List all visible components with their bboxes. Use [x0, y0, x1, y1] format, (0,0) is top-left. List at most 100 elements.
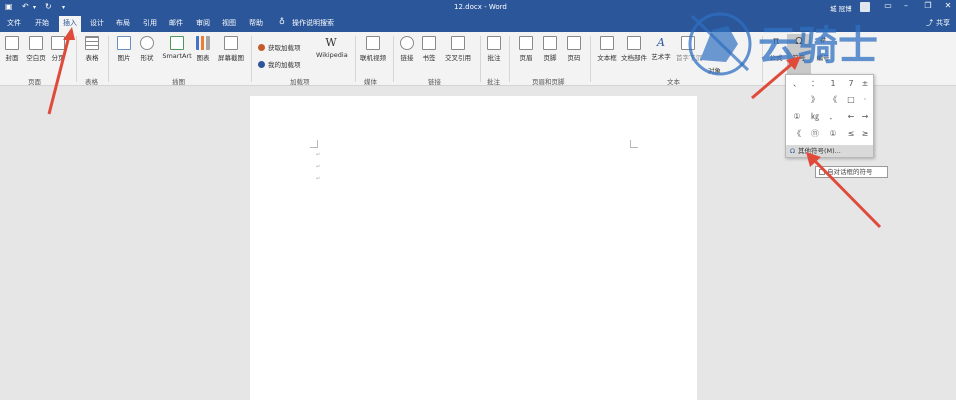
get-addins-button[interactable]: 获取加载项 [258, 42, 301, 52]
symbol-cell[interactable]: 1 [824, 76, 842, 92]
margin-corner-marker [630, 140, 638, 148]
tab-insert[interactable]: 插入 [59, 16, 81, 32]
ribbon-separator [393, 36, 394, 82]
table-icon [85, 36, 99, 50]
symbol-cell[interactable]: ㎏ [806, 109, 824, 125]
smartart-icon [170, 36, 184, 50]
symbol-cell[interactable] [788, 92, 806, 108]
wikipedia-icon: W [325, 36, 337, 49]
header-icon [519, 36, 533, 50]
comment-icon [487, 36, 501, 50]
tab-design[interactable]: 设计 [90, 18, 104, 28]
symbol-cell[interactable]: ① [824, 126, 842, 142]
blank-page-button[interactable]: 空白页 [25, 36, 47, 62]
tab-view[interactable]: 视图 [222, 18, 236, 28]
footer-button[interactable]: 页脚 [542, 36, 558, 62]
chart-button[interactable]: 图表 [195, 36, 211, 62]
symbol-cell[interactable]: ± [856, 76, 874, 92]
tab-file[interactable]: 文件 [7, 18, 21, 28]
document-page[interactable]: ↵ ↵ ↵ [250, 96, 697, 400]
cross-reference-button[interactable]: 交叉引用 [443, 36, 473, 62]
header-button[interactable]: 页眉 [518, 36, 534, 62]
watermark-logo: 云骑士 [688, 12, 878, 76]
footer-icon [543, 36, 557, 50]
share-icon[interactable]: ⤴ [926, 18, 933, 28]
watermark-text: 云骑士 [758, 23, 878, 69]
screenshot-button[interactable]: 屏幕截图 [217, 36, 245, 62]
chart-icon [196, 36, 210, 50]
group-table-label: 表格 [85, 78, 98, 86]
tooltip: 自对话框的符号 [815, 166, 888, 178]
symbol-cell[interactable]: ≥ [856, 126, 874, 142]
wikipedia-button[interactable]: W Wikipedia [316, 36, 348, 59]
quick-parts-icon [627, 36, 641, 50]
cross-reference-icon [451, 36, 465, 50]
group-illustrations-label: 插图 [172, 78, 185, 86]
page-break-button[interactable]: 分页 [51, 36, 65, 62]
bookmark-button[interactable]: 书签 [422, 36, 436, 62]
tab-mailings[interactable]: 邮件 [169, 18, 183, 28]
group-text-label: 文本 [667, 78, 680, 86]
ribbon-separator [251, 36, 252, 82]
ribbon-separator [480, 36, 481, 82]
video-icon [366, 36, 380, 50]
share-button[interactable]: 共享 [936, 18, 950, 28]
bookmark-icon [422, 36, 436, 50]
paragraph-mark: ↵ [316, 164, 321, 170]
tab-help[interactable]: 帮助 [249, 18, 263, 28]
textbox-button[interactable]: 文本框 [596, 36, 618, 62]
customize-toolbar-icon[interactable]: ▾ [62, 4, 65, 11]
ribbon-separator [509, 36, 510, 82]
group-comments-label: 批注 [487, 78, 500, 86]
symbol-dropdown: 、 ： 1 7 ± 》 《 □ · ① ㎏ ． ← → 《 ⑪ ① ≤ ≥ Ω其… [785, 74, 874, 158]
tooltip-icon [819, 169, 825, 175]
symbol-cell[interactable]: ① [788, 109, 806, 125]
symbol-cell[interactable]: ⑪ [806, 126, 824, 142]
ribbon-separator [355, 36, 356, 82]
quick-parts-button[interactable]: 文档部件 [621, 36, 647, 62]
cover-page-button[interactable]: 封面 [4, 36, 20, 62]
page-number-icon [567, 36, 581, 50]
pictures-button[interactable]: 图片 [116, 36, 132, 62]
group-addins-label: 加载项 [290, 78, 310, 86]
lightbulb-icon: ♁ [279, 17, 285, 26]
tab-review[interactable]: 审阅 [196, 18, 210, 28]
tab-home[interactable]: 开始 [35, 18, 49, 28]
table-button[interactable]: 表格 [84, 36, 100, 62]
paragraph-mark: ↵ [316, 152, 321, 158]
symbol-cell[interactable]: ． [824, 109, 842, 125]
blank-page-icon [29, 36, 43, 50]
symbol-cell[interactable]: 《 [824, 92, 842, 108]
close-icon[interactable]: ✕ [941, 1, 955, 13]
symbol-cell[interactable]: 》 [806, 92, 824, 108]
symbol-cell[interactable]: 《 [788, 126, 806, 142]
shapes-button[interactable]: 形状 [139, 36, 155, 62]
tab-layout[interactable]: 布局 [116, 18, 130, 28]
symbol-cell[interactable]: → [856, 109, 874, 125]
wordart-button[interactable]: A 艺术字 [650, 36, 672, 61]
online-video-button[interactable]: 联机视频 [359, 36, 387, 62]
smartart-button[interactable]: SmartArt [162, 36, 192, 60]
margin-corner-marker [310, 140, 318, 148]
page-number-button[interactable]: 页码 [566, 36, 582, 62]
redo-icon[interactable]: ↻ [45, 2, 52, 11]
my-addins-button[interactable]: 我的加载项 [258, 59, 301, 69]
comment-button[interactable]: 批注 [486, 36, 502, 62]
link-button[interactable]: 链接 [400, 36, 414, 62]
textbox-icon [600, 36, 614, 50]
undo-icon[interactable]: ↶ [22, 2, 29, 11]
window-title: 12.docx - Word [454, 3, 507, 11]
symbol-cell[interactable]: 、 [788, 76, 806, 92]
symbol-cell[interactable]: ： [806, 76, 824, 92]
more-symbols-menu-item[interactable]: Ω 其他符号(M)... [786, 145, 873, 157]
symbol-cell[interactable]: · [856, 92, 874, 108]
save-icon[interactable]: ▣ [5, 2, 13, 11]
undo-dropdown-icon[interactable]: ▾ [33, 4, 36, 11]
link-icon [400, 36, 414, 50]
screenshot-icon [224, 36, 238, 50]
tab-references[interactable]: 引用 [143, 18, 157, 28]
group-pages-label: 页面 [28, 78, 41, 86]
group-header-footer-label: 页眉和页脚 [532, 78, 565, 86]
tell-me-search[interactable]: 操作说明搜索 [292, 18, 334, 28]
group-media-label: 媒体 [364, 78, 377, 86]
